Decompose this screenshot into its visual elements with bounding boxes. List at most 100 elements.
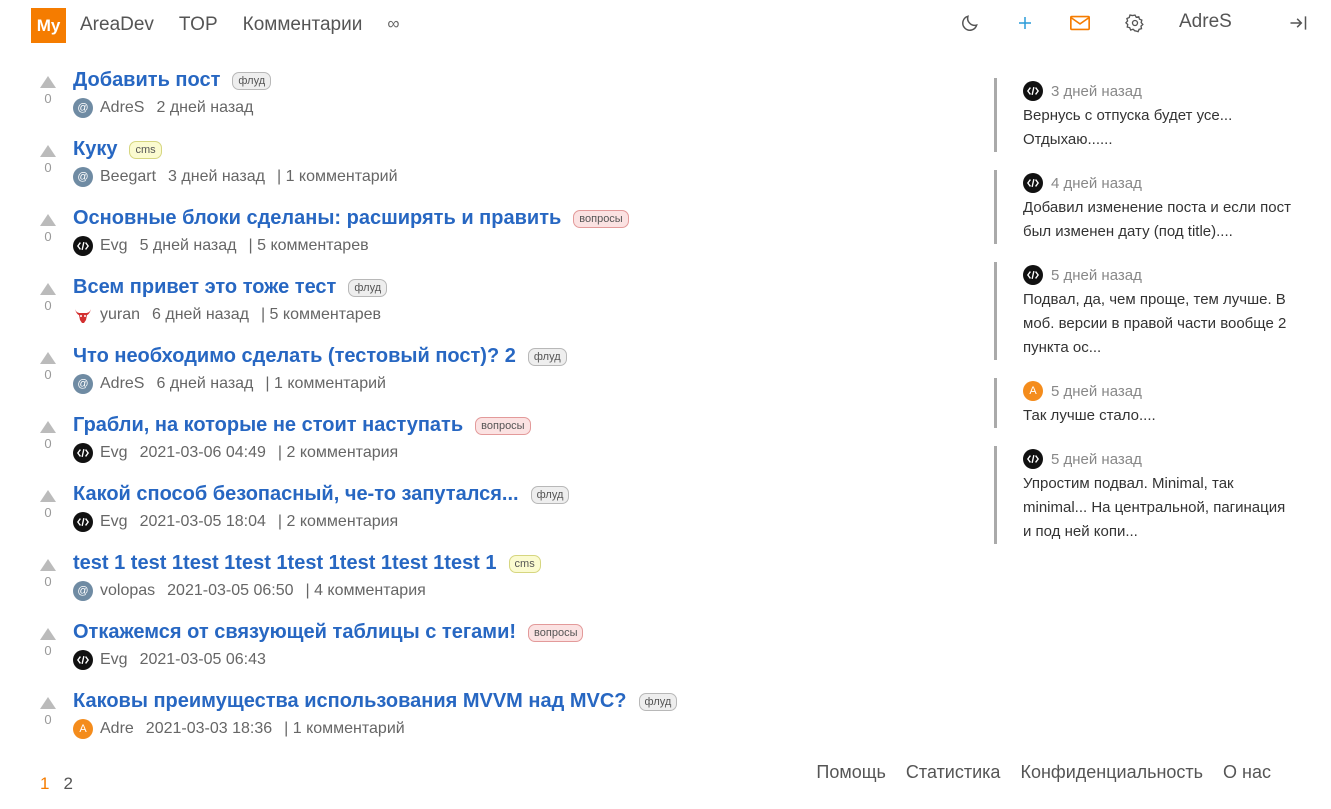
vote-widget: 0 — [38, 697, 58, 727]
upvote-arrow-icon[interactable] — [40, 559, 56, 571]
comment-text[interactable]: Вернусь с отпуска будет усе... Отдыхаю..… — [1023, 104, 1294, 152]
post-tag[interactable]: cms — [129, 140, 162, 159]
page-2-link[interactable]: 2 — [63, 774, 72, 794]
post-title-row: Какой способ безопасный, че-то запутался… — [73, 483, 570, 506]
vote-widget: 0 — [38, 628, 58, 658]
vote-count: 0 — [44, 229, 52, 244]
footer-privacy-link[interactable]: Конфиденциальность — [1020, 762, 1203, 783]
upvote-arrow-icon[interactable] — [40, 145, 56, 157]
vote-count: 0 — [44, 436, 52, 451]
footer-help-link[interactable]: Помощь — [816, 762, 886, 783]
post-tag[interactable]: флуд — [527, 347, 567, 366]
post-tag[interactable]: флуд — [348, 278, 388, 297]
post-title-link[interactable]: Каковы преимущества использования MVVM н… — [73, 690, 627, 713]
post-title-link[interactable]: Грабли, на которые не стоит наступать — [73, 414, 463, 437]
post-comments-link[interactable]: | 5 комментарев — [249, 237, 369, 255]
comment-time: 5 дней назад — [1051, 450, 1142, 468]
post-author[interactable]: Adre — [100, 720, 134, 738]
gear-icon[interactable] — [1122, 10, 1148, 36]
post-title-link[interactable]: Добавить пост — [73, 69, 220, 92]
post-meta: @ volopas 2021-03-05 06:50 | 4 комментар… — [73, 581, 426, 601]
post-tag[interactable]: флуд — [530, 485, 570, 504]
post-comments-link[interactable]: | 1 комментарий — [284, 720, 405, 738]
header-actions: AdreS — [931, 10, 1331, 36]
upvote-arrow-icon[interactable] — [40, 628, 56, 640]
post-date: 3 дней назад — [168, 168, 265, 185]
post-list: 0 Добавить пост флуд @ AdreS 2 дней наза… — [0, 66, 960, 756]
upvote-arrow-icon[interactable] — [40, 490, 56, 502]
plus-icon[interactable] — [1012, 10, 1038, 36]
post-author[interactable]: Evg — [100, 513, 128, 531]
nav-top[interactable]: TOP — [179, 14, 218, 36]
upvote-arrow-icon[interactable] — [40, 214, 56, 226]
post-title-link[interactable]: Основные блоки сделаны: расширять и прав… — [73, 207, 561, 230]
post-author[interactable]: Evg — [100, 237, 128, 255]
post-author[interactable]: AdreS — [100, 99, 144, 117]
user-menu[interactable]: AdreS — [1179, 11, 1232, 33]
upvote-arrow-icon[interactable] — [40, 76, 56, 88]
post-author[interactable]: AdreS — [100, 375, 144, 393]
nav-infinity[interactable]: ∞ — [387, 14, 399, 36]
logout-icon[interactable] — [1285, 10, 1311, 36]
post-meta: yuran 6 дней назад | 5 комментарев — [73, 305, 381, 325]
post-tag[interactable]: вопросы — [475, 416, 531, 435]
footer-stats-link[interactable]: Статистика — [906, 762, 1001, 783]
post-tag[interactable]: вопросы — [573, 209, 629, 228]
comment-header: 5 дней назад — [1023, 446, 1294, 472]
comment-time: 5 дней назад — [1051, 382, 1142, 400]
comment-text[interactable]: Подвал, да, чем проще, тем лучше. В моб.… — [1023, 288, 1294, 360]
upvote-arrow-icon[interactable] — [40, 352, 56, 364]
post-author[interactable]: Beegart — [100, 168, 156, 186]
recent-comments-sidebar: 3 дней назад Вернусь с отпуска будет усе… — [994, 78, 1294, 562]
post-title-link[interactable]: test 1 test 1test 1test 1test 1test 1tes… — [73, 552, 497, 575]
comment-text[interactable]: Так лучше стало.... — [1023, 404, 1294, 428]
post-comments-link[interactable]: | 2 комментария — [278, 444, 398, 462]
footer-about-link[interactable]: О нас — [1223, 762, 1271, 783]
avatar-code-icon — [73, 512, 93, 532]
vote-widget: 0 — [38, 559, 58, 589]
post-author[interactable]: Evg — [100, 651, 128, 669]
vote-widget: 0 — [38, 421, 58, 451]
post-title-row: Добавить пост флуд — [73, 69, 272, 92]
post-title-row: Что необходимо сделать (тестовый пост)? … — [73, 345, 567, 368]
post-comments-link[interactable]: | 1 комментарий — [277, 168, 398, 186]
comment-text[interactable]: Добавил изменение поста и если пост был … — [1023, 196, 1294, 244]
upvote-arrow-icon[interactable] — [40, 283, 56, 295]
post-comments-link[interactable]: | 1 комментарий — [265, 375, 386, 393]
nav-comments[interactable]: Комментарии — [243, 14, 363, 36]
vote-count: 0 — [44, 367, 52, 382]
post-author[interactable]: volopas — [100, 582, 155, 600]
post-tag[interactable]: флуд — [232, 71, 272, 90]
upvote-arrow-icon[interactable] — [40, 421, 56, 433]
post-title-link[interactable]: Что необходимо сделать (тестовый пост)? … — [73, 345, 516, 368]
post-title-link[interactable]: Откажемся от связующей таблицы с тегами! — [73, 621, 516, 644]
post-meta: @ AdreS 6 дней назад | 1 комментарий — [73, 374, 386, 394]
nav-areadev[interactable]: AreaDev — [80, 14, 154, 36]
post-tag[interactable]: вопросы — [528, 623, 584, 642]
post-comments-link[interactable]: | 2 комментария — [278, 513, 398, 531]
recent-comment: 3 дней назад Вернусь с отпуска будет усе… — [994, 78, 1294, 152]
post-author[interactable]: Evg — [100, 444, 128, 462]
post-meta: @ AdreS 2 дней назад — [73, 98, 265, 118]
comment-text[interactable]: Упростим подвал. Minimal, так minimal...… — [1023, 472, 1294, 544]
avatar-letter-icon: A — [1023, 381, 1043, 401]
post-item: 0 Что необходимо сделать (тестовый пост)… — [0, 342, 960, 411]
page-1-link[interactable]: 1 — [40, 774, 49, 794]
mail-icon[interactable] — [1067, 10, 1093, 36]
vote-count: 0 — [44, 160, 52, 175]
header: My AreaDev TOP Комментарии ∞ AdreS — [0, 0, 1331, 50]
post-title-row: Каковы преимущества использования MVVM н… — [73, 690, 678, 713]
vote-count: 0 — [44, 712, 52, 727]
post-comments-link[interactable]: | 5 комментарев — [261, 306, 381, 324]
site-logo[interactable]: My — [31, 8, 66, 43]
post-author[interactable]: yuran — [100, 306, 140, 324]
post-tag[interactable]: cms — [508, 554, 541, 573]
post-comments-link[interactable]: | 4 комментария — [305, 582, 425, 600]
post-tag[interactable]: флуд — [638, 692, 678, 711]
post-title-link[interactable]: Какой способ безопасный, че-то запутался… — [73, 483, 519, 506]
post-meta: Evg 2021-03-05 06:43 — [73, 650, 278, 670]
upvote-arrow-icon[interactable] — [40, 697, 56, 709]
post-title-link[interactable]: Всем привет это тоже тест — [73, 276, 336, 299]
moon-icon[interactable] — [957, 10, 983, 36]
post-title-link[interactable]: Куку — [73, 138, 117, 161]
